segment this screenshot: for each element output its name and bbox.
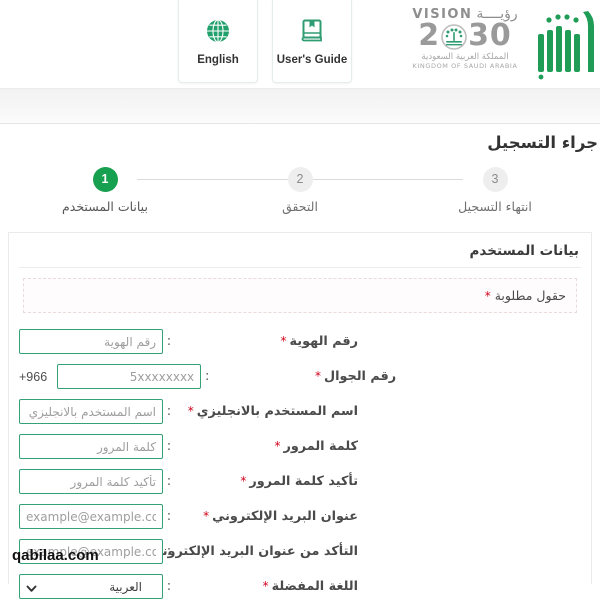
step-number-3: 3: [482, 167, 508, 192]
colon-mobile-number: :: [204, 369, 210, 384]
field-row-national-id: رقم الهوية* :: [19, 325, 581, 358]
field-row-mobile-number: رقم الجوال* : +966: [19, 360, 581, 393]
colon-preferred-language: :: [166, 579, 172, 594]
absher-logo: [536, 4, 600, 80]
field-row-confirm-email: التأكد من عنوان البريد الإلكتروني* :: [19, 535, 581, 568]
vision-subtitle-en: KINGDOM OF SAUDI ARABIA: [412, 61, 518, 70]
mobile-country-prefix: +966: [19, 369, 48, 384]
required-marker-confirm-password: *: [240, 474, 247, 488]
site-watermark: qabilaa.com: [12, 547, 99, 564]
field-row-confirm-password: تأكيد كلمة المرور* :: [19, 465, 581, 498]
stepper-step-verification[interactable]: 2 التحقق: [225, 162, 375, 214]
required-marker-username-english: *: [187, 404, 194, 418]
stepper-step-user-data[interactable]: 1 بيانات المستخدم: [30, 162, 180, 214]
panel-title: بيانات المستخدم: [19, 241, 581, 268]
top-header: English User's Guide VISION رؤيــــة 2 3…: [0, 0, 600, 88]
label-text-password: كلمة المرور: [283, 439, 358, 454]
confirm-password-input[interactable]: [19, 469, 163, 494]
label-confirm-email: التأكد من عنوان البريد الإلكتروني*: [141, 544, 360, 559]
step-label-3: انتهاء التسجيل: [458, 199, 532, 214]
step-label-2: التحقق: [282, 199, 318, 214]
colon-national-id: :: [166, 334, 172, 349]
mobile-number-input[interactable]: [57, 364, 202, 389]
colon-password: :: [166, 439, 172, 454]
header-divider-band: [0, 88, 600, 124]
label-username-english: اسم المستخدم بالانجليزي*: [175, 404, 360, 419]
vision-2030-logo: VISION رؤيــــة 2 30 المملكة العربية الس…: [404, 6, 526, 80]
step-number-2: 2: [287, 167, 313, 192]
vision-year-right: 30: [468, 18, 512, 53]
password-input[interactable]: [19, 434, 163, 459]
users-guide-label: User's Guide: [276, 54, 348, 66]
label-mobile-number: رقم الجوال*: [213, 369, 398, 384]
label-text-preferred-language: اللغة المفضلة: [271, 579, 358, 594]
required-marker-mobile-number: *: [314, 369, 321, 383]
label-confirm-password: تأكيد كلمة المرور*: [175, 474, 360, 489]
label-text-confirm-email: التأكد من عنوان البريد الإلكتروني: [149, 544, 358, 559]
label-text-email: عنوان البريد الإلكتروني: [212, 509, 358, 524]
label-text-username-english: اسم المستخدم بالانجليزي: [196, 404, 358, 419]
required-asterisk: *: [484, 289, 491, 303]
label-email: عنوان البريد الإلكتروني*: [175, 509, 360, 524]
label-preferred-language: اللغة المفضلة*: [175, 579, 360, 594]
language-switch-card[interactable]: English: [178, 0, 258, 83]
label-text-confirm-password: تأكيد كلمة المرور: [249, 474, 358, 489]
field-password: [19, 434, 163, 459]
book-icon: [297, 16, 327, 46]
required-marker-email: *: [203, 509, 210, 523]
colon-confirm-password: :: [166, 474, 172, 489]
required-marker-password: *: [274, 439, 281, 453]
email-input[interactable]: [19, 504, 163, 529]
field-mobile-number: +966: [19, 364, 202, 389]
field-national-id: [19, 329, 163, 354]
field-row-preferred-language: اللغة المفضلة* : العربية: [19, 570, 581, 603]
national-id-input[interactable]: [19, 329, 163, 354]
colon-username-english: :: [166, 404, 172, 419]
field-row-username-english: اسم المستخدم بالانجليزي* :: [19, 395, 581, 428]
colon-confirm-email: :: [166, 544, 172, 559]
page-title: جراء التسجيل: [487, 133, 598, 152]
language-switch-label: English: [197, 54, 239, 66]
field-row-email: عنوان البريد الإلكتروني* :: [19, 500, 581, 533]
user-data-panel: بيانات المستخدم حقول مطلوبة * رقم الهوية…: [8, 232, 592, 599]
colon-email: :: [166, 509, 172, 524]
required-marker-national-id: *: [280, 334, 287, 348]
label-text-national-id: رقم الهوية: [289, 334, 358, 349]
vision-year: 2 30: [404, 18, 526, 53]
required-fields-note: حقول مطلوبة *: [23, 278, 577, 313]
field-username-english: [19, 399, 163, 424]
label-password: كلمة المرور*: [175, 439, 360, 454]
field-email: [19, 504, 163, 529]
label-national-id: رقم الهوية*: [175, 334, 360, 349]
header-card-group: English User's Guide: [178, 0, 352, 83]
required-marker-preferred-language: *: [262, 579, 269, 593]
globe-icon: [203, 16, 233, 46]
vision-subtitle-ar: المملكة العربية السعودية: [421, 51, 509, 62]
step-number-1: 1: [92, 167, 118, 192]
username-english-input[interactable]: [19, 399, 163, 424]
form-field-rows: رقم الهوية* : رقم الجوال* : +966 اسم الم…: [19, 325, 581, 603]
stepper-steps: 1 بيانات المستخدم 2 التحقق 3 انتهاء التس…: [30, 162, 570, 214]
field-row-password: كلمة المرور* :: [19, 430, 581, 463]
stepper-step-completion[interactable]: 3 انتهاء التسجيل: [420, 162, 570, 214]
registration-stepper: 1 بيانات المستخدم 2 التحقق 3 انتهاء التس…: [30, 162, 570, 224]
users-guide-card[interactable]: User's Guide: [272, 0, 352, 83]
vision-year-left: 2: [418, 18, 441, 53]
field-confirm-password: [19, 469, 163, 494]
step-label-1: بيانات المستخدم: [62, 199, 148, 214]
label-text-mobile-number: رقم الجوال: [323, 369, 397, 384]
palm-swords-emblem-icon: [441, 24, 467, 51]
required-fields-text: حقول مطلوبة: [494, 288, 566, 303]
